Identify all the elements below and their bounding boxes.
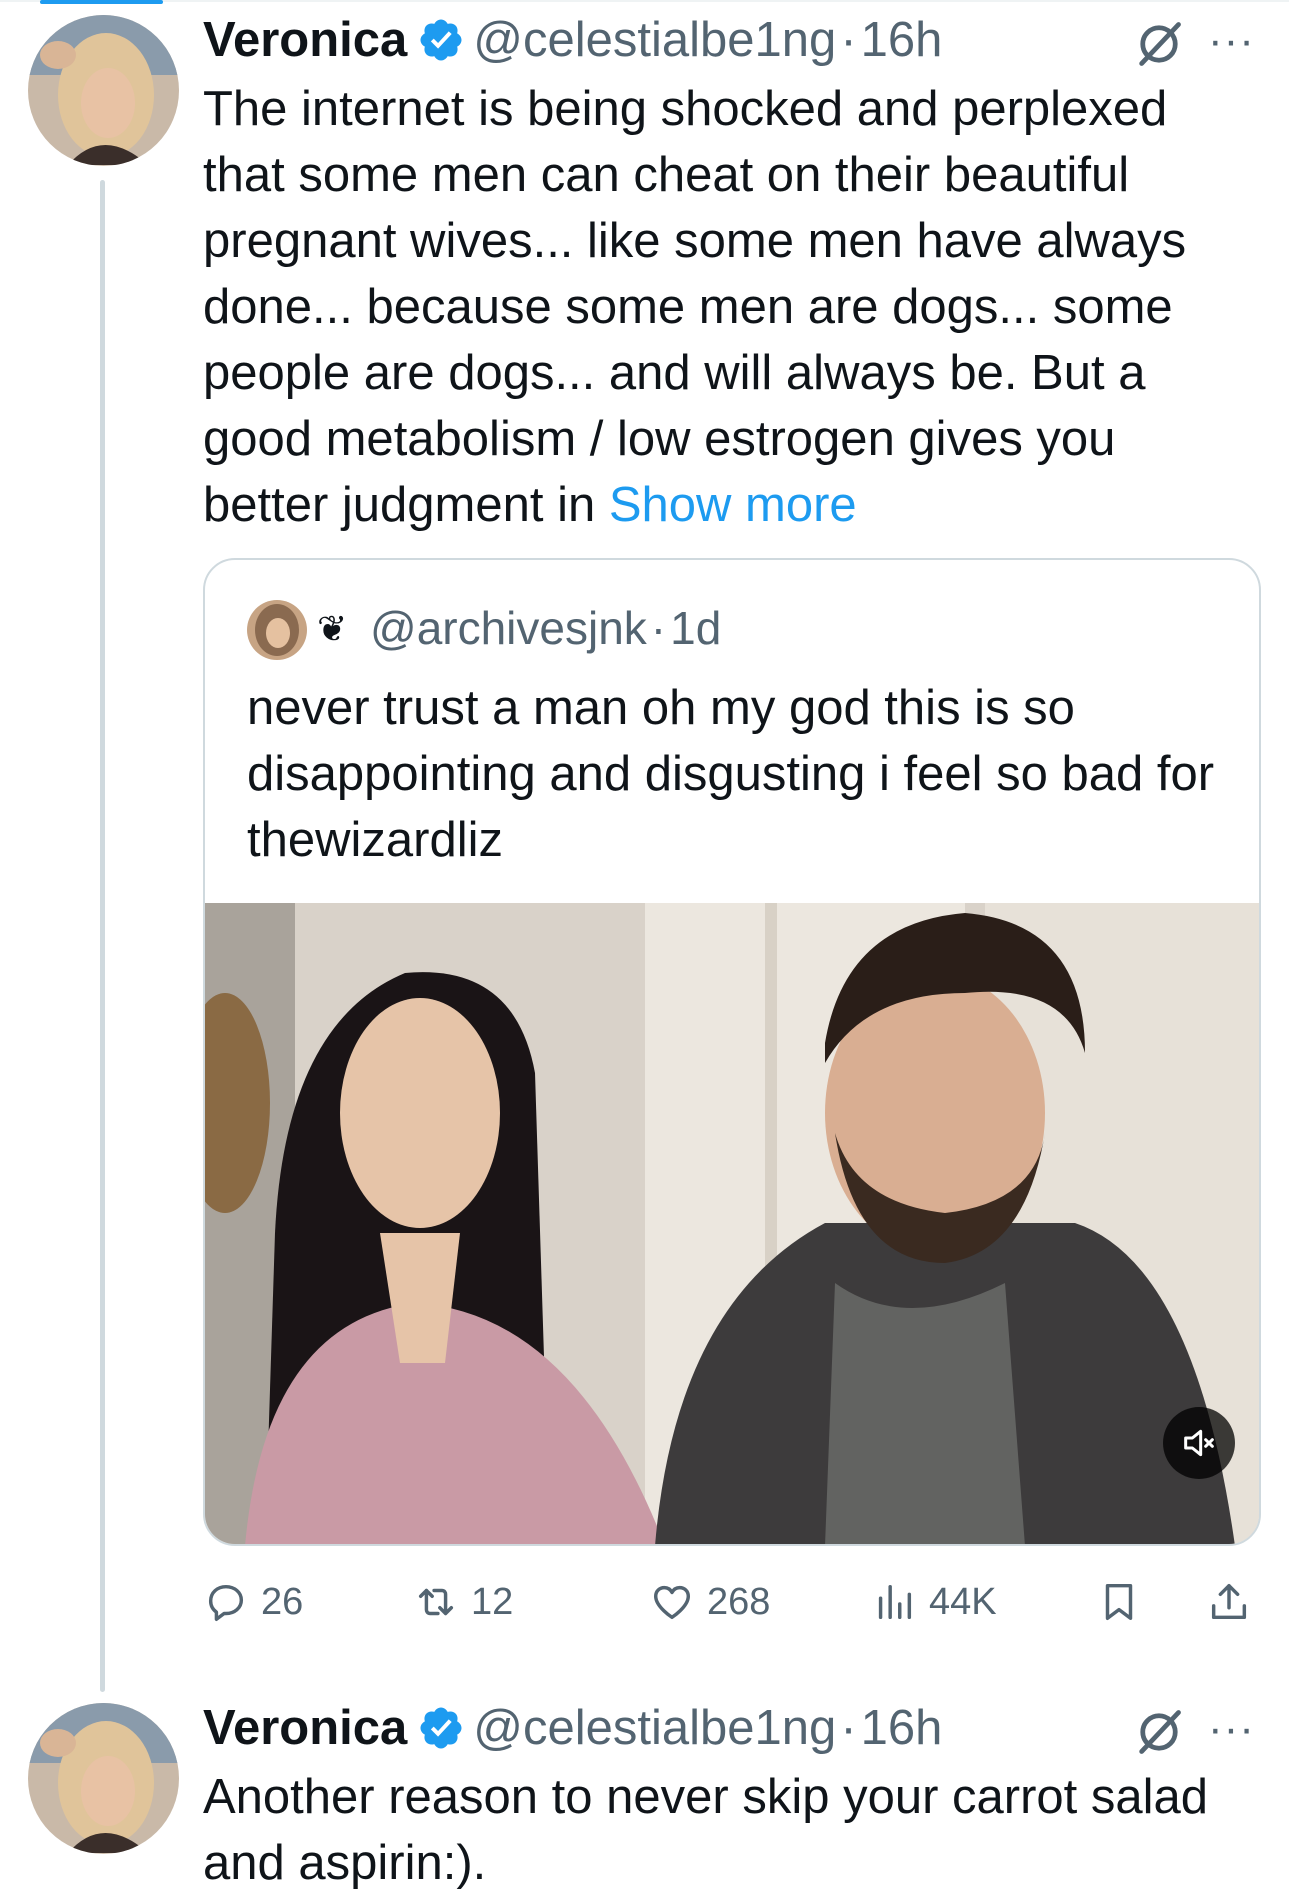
show-more-link[interactable]: Show more xyxy=(609,478,857,532)
more-icon[interactable]: ··· xyxy=(1208,16,1255,66)
repost-icon xyxy=(418,1588,454,1616)
author-avatar[interactable] xyxy=(28,1703,179,1854)
author-name[interactable]: Veronica xyxy=(203,12,407,68)
thread-connector-line xyxy=(100,180,105,1692)
views-button[interactable]: 44K xyxy=(871,1572,997,1632)
tweet-text: The internet is being shocked and perple… xyxy=(203,76,1243,538)
more-icon[interactable]: ··· xyxy=(1208,1704,1255,1754)
tweet-header: Veronica @celestialbe1ng · 16h xyxy=(203,8,942,72)
separator-dot: · xyxy=(650,602,667,654)
separator-dot: · xyxy=(840,1701,857,1755)
tweet-body: The internet is being shocked and perple… xyxy=(203,82,1187,532)
quoted-author-handle[interactable]: @archivesjnk xyxy=(370,601,647,655)
share-icon xyxy=(1211,1583,1247,1620)
reply-count: 26 xyxy=(261,1580,304,1623)
views-icon xyxy=(878,1584,912,1620)
like-button[interactable]: 268 xyxy=(649,1572,770,1632)
tweet-text: Another reason to never skip your carrot… xyxy=(203,1770,1209,1890)
like-count: 268 xyxy=(707,1580,771,1623)
heart-emoji-icon: ❦ xyxy=(317,608,348,649)
bookmark-button[interactable] xyxy=(1096,1572,1142,1632)
quoted-tweet-timestamp[interactable]: 1d xyxy=(670,601,721,655)
author-handle[interactable]: @celestialbe1ng xyxy=(473,12,836,68)
tweet-timestamp[interactable]: 16h xyxy=(861,1700,943,1756)
repost-count: 12 xyxy=(471,1580,514,1623)
verified-badge-icon[interactable] xyxy=(417,16,465,64)
verified-badge-icon[interactable] xyxy=(417,1704,465,1752)
tweet-action-bar: 26 12 268 44K xyxy=(203,1572,1263,1632)
tweet-timestamp[interactable]: 16h xyxy=(861,12,943,68)
separator-dot: · xyxy=(840,13,857,67)
quoted-video[interactable] xyxy=(205,903,1259,1544)
views-count: 44K xyxy=(929,1580,997,1623)
tweet-header: Veronica @celestialbe1ng · 16h xyxy=(203,1696,942,1760)
top-divider xyxy=(0,0,1289,2)
quoted-tweet[interactable]: ❦ @archivesjnk · 1d never trust a man oh… xyxy=(203,558,1261,1546)
quoted-tweet-header: @archivesjnk · 1d xyxy=(370,598,721,658)
repost-button[interactable]: 12 xyxy=(413,1572,513,1632)
bookmark-icon xyxy=(1105,1583,1133,1621)
author-avatar[interactable] xyxy=(28,15,179,166)
mute-icon xyxy=(1184,1429,1214,1457)
like-icon xyxy=(653,1585,691,1620)
reply-button[interactable]: 26 xyxy=(203,1572,303,1632)
grok-icon[interactable] xyxy=(1133,1706,1185,1758)
mute-button[interactable] xyxy=(1163,1407,1235,1479)
share-button[interactable] xyxy=(1206,1572,1252,1632)
author-name[interactable]: Veronica xyxy=(203,1700,407,1756)
tab-indicator xyxy=(40,0,163,4)
quoted-author-avatar[interactable] xyxy=(247,600,307,660)
reply-icon xyxy=(208,1584,244,1621)
quoted-tweet-text: never trust a man oh my god this is so d… xyxy=(247,681,1215,867)
grok-icon[interactable] xyxy=(1133,18,1185,70)
author-handle[interactable]: @celestialbe1ng xyxy=(473,1700,836,1756)
